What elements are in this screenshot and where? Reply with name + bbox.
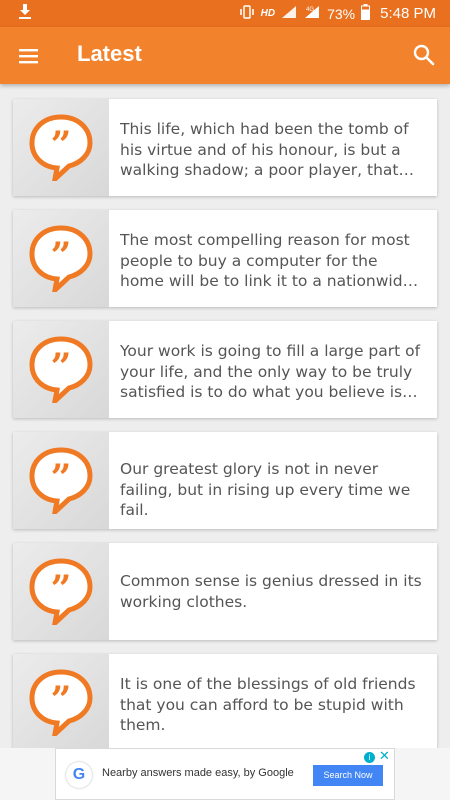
svg-text:”: ”	[51, 457, 72, 499]
quote-thumbnail: ”	[13, 321, 109, 418]
app-bar: Latest	[0, 27, 450, 84]
ad-info-icon[interactable]: i	[364, 752, 375, 763]
battery-percent: 73%	[327, 5, 356, 22]
quote-bubble-icon: ”	[29, 558, 93, 625]
quote-card[interactable]: ” Common sense is genius dressed in its …	[13, 543, 437, 640]
quote-thumbnail: ”	[13, 432, 109, 529]
quote-card[interactable]: ” It is one of the blessings of old frie…	[13, 654, 437, 751]
quote-thumbnail: ”	[13, 654, 109, 751]
quote-bubble-icon: ”	[29, 225, 93, 292]
search-now-button[interactable]: Search Now	[313, 765, 383, 786]
quote-card[interactable]: ” Your work is going to fill a large par…	[13, 321, 437, 418]
quote-text: This life, which had been the tomb of hi…	[120, 120, 409, 179]
signal-label: 4G	[306, 7, 314, 13]
svg-text:”: ”	[51, 679, 72, 721]
svg-text:”: ”	[51, 346, 72, 388]
wifi-icon	[281, 5, 297, 22]
network-type-label: HD	[260, 8, 276, 19]
svg-text:”: ”	[51, 568, 72, 610]
quote-bubble-icon: ”	[29, 447, 93, 514]
clock: 5:48 PM	[380, 5, 436, 22]
quote-text: It is one of the blessings of old friend…	[120, 675, 416, 734]
ad-banner[interactable]: G Nearby answers made easy, by Google Se…	[55, 748, 395, 800]
ad-close-icon[interactable]: ✕	[379, 750, 390, 764]
battery-icon	[361, 4, 371, 23]
quote-thumbnail: ”	[13, 543, 109, 640]
quote-text: The most compelling reason for most peop…	[120, 231, 413, 290]
download-icon	[18, 4, 32, 25]
status-bar: HD 4G 73% 5:48 PM	[0, 0, 450, 27]
quote-bubble-icon: ”	[29, 336, 93, 403]
search-icon[interactable]	[412, 43, 436, 67]
svg-text:”: ”	[51, 235, 72, 277]
hamburger-menu-icon[interactable]	[18, 45, 40, 67]
quote-card[interactable]: ” Our greatest glory is not in never fai…	[13, 432, 437, 529]
quote-card[interactable]: ” The most compelling reason for most pe…	[13, 210, 437, 307]
google-logo-icon: G	[66, 762, 92, 788]
signal-icon: 4G	[303, 5, 321, 22]
quote-bubble-icon: ”	[29, 669, 93, 736]
quote-thumbnail: ”	[13, 99, 109, 196]
quote-bubble-icon: ”	[29, 114, 93, 181]
quote-card[interactable]: ” This life, which had been the tomb of …	[13, 99, 437, 196]
quote-text: Our greatest glory is not in never faili…	[120, 460, 411, 519]
ad-text: Nearby answers made easy, by Google	[102, 767, 294, 779]
quote-thumbnail: ”	[13, 210, 109, 307]
svg-text:”: ”	[51, 124, 72, 166]
ad-banner-container: G Nearby answers made easy, by Google Se…	[0, 748, 450, 800]
vibrate-icon	[239, 4, 255, 23]
page-title: Latest	[77, 41, 142, 66]
quote-text: Common sense is genius dressed in its wo…	[120, 572, 422, 611]
quote-text: Your work is going to fill a large part …	[120, 342, 421, 401]
